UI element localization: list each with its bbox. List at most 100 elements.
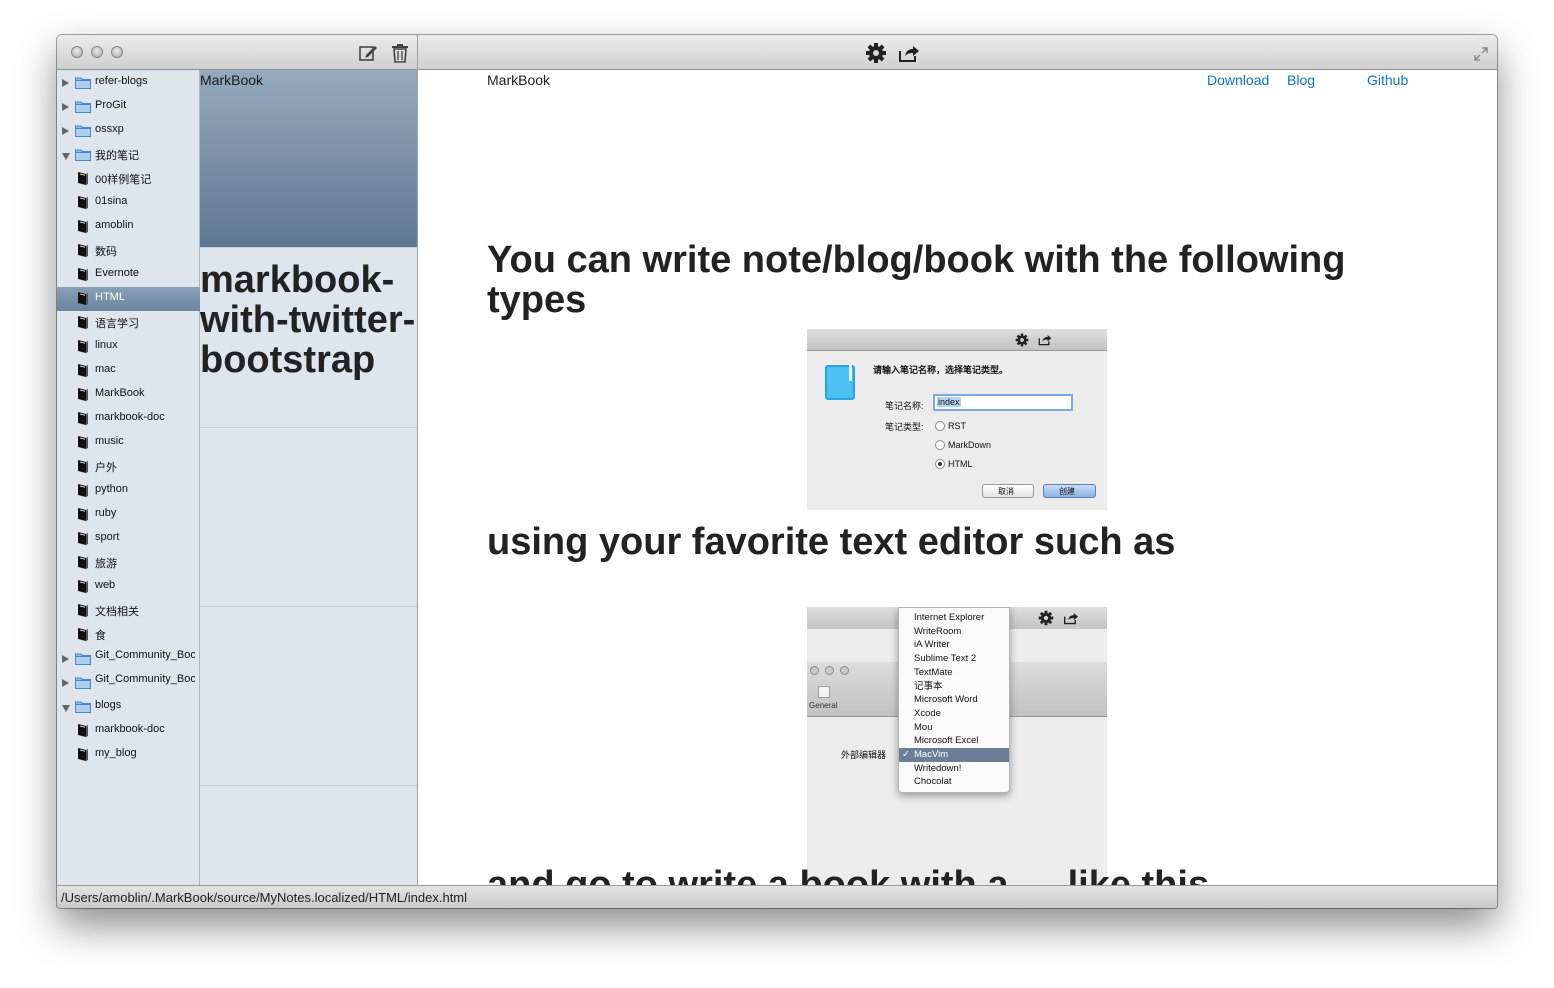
sidebar-folder[interactable]: blogs bbox=[57, 695, 200, 719]
preview-heading-types: You can write note/blog/book with the fo… bbox=[487, 239, 1346, 321]
compose-icon bbox=[359, 46, 377, 61]
share-button[interactable] bbox=[898, 42, 920, 64]
editor-menu-item[interactable]: Writedown! bbox=[899, 762, 1009, 776]
note-list-item[interactable] bbox=[200, 607, 417, 786]
sidebar-item-label: sport bbox=[95, 531, 120, 543]
sidebar-item-label: Git_Community_Book_zh_CN bbox=[95, 649, 195, 661]
sidebar-note[interactable]: ruby bbox=[57, 503, 200, 527]
disclosure-closed-icon[interactable] bbox=[62, 127, 69, 135]
note-list: MarkBook markbook-with-twitter-bootstrap bbox=[200, 70, 418, 885]
sidebar-note[interactable]: mac bbox=[57, 359, 200, 383]
new-note-button[interactable] bbox=[357, 42, 379, 64]
sidebar-note[interactable]: 食 bbox=[57, 623, 200, 647]
sidebar-note[interactable]: 语言学习 bbox=[57, 311, 200, 335]
disclosure-open-icon[interactable] bbox=[62, 153, 70, 160]
sidebar-note[interactable]: my_blog bbox=[57, 743, 200, 767]
minimize-window-button[interactable] bbox=[91, 46, 103, 58]
sidebar-note[interactable]: 数码 bbox=[57, 239, 200, 263]
notebook-icon bbox=[78, 508, 88, 521]
sidebar-item-label: Git_Community_Book bbox=[95, 673, 195, 685]
nav-link-blog[interactable]: Blog bbox=[1287, 72, 1315, 88]
editor-menu-item[interactable]: WriteRoom bbox=[899, 625, 1009, 639]
preview-pane: MarkBook Download Blog Github You can wr… bbox=[418, 70, 1497, 885]
delete-note-button[interactable] bbox=[389, 42, 411, 64]
sidebar-note[interactable]: markbook-doc bbox=[57, 719, 200, 743]
disclosure-closed-icon[interactable] bbox=[62, 655, 69, 663]
sidebar-note[interactable]: markbook-doc bbox=[57, 407, 200, 431]
sidebar-folder[interactable]: Git_Community_Book_zh_CN bbox=[57, 647, 200, 671]
notebook-icon bbox=[78, 724, 88, 737]
sidebar-note[interactable]: amoblin bbox=[57, 215, 200, 239]
type-radio-html[interactable] bbox=[935, 459, 945, 469]
status-bar: /Users/amoblin/.MarkBook/source/MyNotes.… bbox=[57, 885, 1497, 908]
disclosure-closed-icon[interactable] bbox=[62, 79, 69, 87]
folder-icon bbox=[75, 701, 91, 713]
sidebar-note[interactable]: 01sina bbox=[57, 191, 200, 215]
notebook-icon bbox=[78, 292, 88, 305]
folder-icon bbox=[75, 653, 91, 665]
note-list-item-title: MarkBook bbox=[200, 72, 264, 88]
editor-menu-item[interactable]: TextMate bbox=[899, 666, 1009, 680]
sidebar-note[interactable]: web bbox=[57, 575, 200, 599]
sidebar-note[interactable]: linux bbox=[57, 335, 200, 359]
type-radio-rst-label: RST bbox=[948, 421, 966, 431]
disclosure-closed-icon[interactable] bbox=[62, 103, 69, 111]
sidebar-folder[interactable]: refer-blogs bbox=[57, 71, 200, 95]
sidebar-folder[interactable]: ossxp bbox=[57, 119, 200, 143]
zoom-window-button bbox=[840, 666, 849, 675]
editor-menu-item-label: Microsoft Excel bbox=[914, 735, 979, 747]
notebook-icon bbox=[78, 220, 88, 233]
sidebar-folder[interactable]: Git_Community_Book bbox=[57, 671, 200, 695]
sidebar-note[interactable]: 文档相关 bbox=[57, 599, 200, 623]
disclosure-closed-icon[interactable] bbox=[62, 679, 69, 687]
sidebar-folder[interactable]: ProGit bbox=[57, 95, 200, 119]
sidebar-note[interactable]: 户外 bbox=[57, 455, 200, 479]
sidebar-note[interactable]: 旅游 bbox=[57, 551, 200, 575]
notebook-icon bbox=[78, 628, 88, 641]
sidebar-item-label: Evernote bbox=[95, 267, 140, 279]
file-path: /Users/amoblin/.MarkBook/source/MyNotes.… bbox=[61, 890, 468, 905]
editor-menu-item-label: 记事本 bbox=[914, 680, 943, 692]
note-list-item[interactable] bbox=[200, 428, 417, 607]
sidebar-note[interactable]: python bbox=[57, 479, 200, 503]
type-radio-markdown[interactable] bbox=[935, 440, 945, 450]
editor-menu-item[interactable]: Chocolat bbox=[899, 775, 1009, 789]
nav-link-download[interactable]: Download bbox=[1207, 72, 1269, 88]
editor-menu-item[interactable]: Xcode bbox=[899, 707, 1009, 721]
editor-menu-item[interactable]: Internet Explorer bbox=[899, 611, 1009, 625]
sidebar-note[interactable]: MarkBook bbox=[57, 383, 200, 407]
sidebar-folder[interactable]: 我的笔记 bbox=[57, 143, 200, 167]
external-editor-label: 外部编辑器 bbox=[841, 750, 887, 760]
dialog-create-button[interactable]: 创建 bbox=[1043, 484, 1096, 498]
sidebar-item-label: 数码 bbox=[95, 246, 117, 258]
sidebar-note[interactable]: HTML bbox=[57, 287, 200, 311]
editor-menu-item[interactable]: iA Writer bbox=[899, 638, 1009, 652]
editor-popup-menu[interactable]: Internet Explorer WriteRoom iA Writer Subli… bbox=[898, 607, 1010, 793]
sidebar-item-label: ProGit bbox=[95, 99, 127, 111]
sidebar-note[interactable]: Evernote bbox=[57, 263, 200, 287]
dialog-cancel-button[interactable]: 取消 bbox=[982, 484, 1034, 498]
editor-menu-item[interactable]: Sublime Text 2 bbox=[899, 652, 1009, 666]
editor-menu-item[interactable]: Microsoft Excel bbox=[899, 734, 1009, 748]
sidebar-note[interactable]: 00样例笔记 bbox=[57, 167, 200, 191]
zoom-window-button[interactable] bbox=[111, 46, 123, 58]
close-window-button[interactable] bbox=[71, 46, 83, 58]
preview-heading-cut: and go to write a book with a … like thi… bbox=[487, 865, 1209, 885]
notebook-icon bbox=[78, 364, 88, 377]
editor-menu-item[interactable]: 记事本 bbox=[899, 680, 1009, 694]
sidebar-note[interactable]: sport bbox=[57, 527, 200, 551]
preview-brand[interactable]: MarkBook bbox=[487, 72, 550, 88]
sidebar-note[interactable]: music bbox=[57, 431, 200, 455]
editor-menu-item[interactable]: Microsoft Word bbox=[899, 693, 1009, 707]
editor-menu-item[interactable]: Mou bbox=[899, 721, 1009, 735]
nav-link-github[interactable]: Github bbox=[1367, 72, 1408, 88]
editor-menu-item[interactable]: ✓ MacVim bbox=[899, 748, 1009, 762]
disclosure-open-icon[interactable] bbox=[62, 705, 70, 712]
settings-button[interactable] bbox=[865, 42, 887, 64]
title-bar-left bbox=[57, 35, 418, 70]
dialog-name-input[interactable]: index bbox=[933, 394, 1073, 411]
fullscreen-button[interactable] bbox=[1470, 43, 1492, 65]
sidebar-item-label: 我的笔记 bbox=[95, 150, 139, 162]
note-list-item[interactable]: MarkBook bbox=[200, 70, 417, 248]
type-radio-rst[interactable] bbox=[935, 421, 945, 431]
